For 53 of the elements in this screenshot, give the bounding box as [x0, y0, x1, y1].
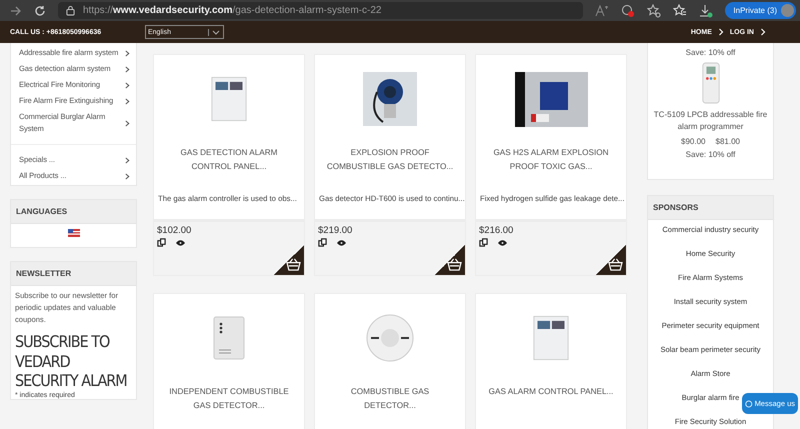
downloads-icon[interactable]	[699, 4, 714, 18]
lock-icon[interactable]	[66, 5, 75, 16]
forward-icon[interactable]	[10, 4, 22, 16]
panel-title: SPONSORS	[648, 196, 773, 220]
panel-title: NEWSLETTER	[11, 262, 136, 286]
panel-title: LANGUAGES	[11, 200, 136, 224]
compare-icon[interactable]	[318, 238, 327, 247]
subscribe-heading: SUBSCRIBE TO VEDARD SECURITY ALARM	[15, 332, 128, 390]
old-price: $90.00	[681, 137, 706, 146]
product-title[interactable]: GAS ALARM CONTROL PANEL...	[476, 385, 626, 415]
product-price: $219.00	[318, 225, 354, 236]
product-title[interactable]: GAS DETECTION ALARM CONTROL PANEL...	[154, 146, 304, 176]
control-panel-image[interactable]	[211, 76, 247, 122]
chevron-right-icon	[760, 28, 766, 36]
chevron-right-icon	[125, 50, 130, 56]
inprivate-button[interactable]: InPrivate (3)	[725, 2, 796, 19]
tracking-icon[interactable]	[621, 4, 636, 18]
product-title[interactable]: INDEPENDENT COMBUSTIBLE GAS DETECTOR...	[154, 385, 304, 415]
programmer-image[interactable]	[700, 61, 720, 105]
product-title[interactable]: TC-5109 LPCB addressable fire alarm programmer	[652, 109, 769, 133]
chevron-right-icon	[125, 172, 130, 180]
eye-icon[interactable]	[498, 240, 507, 246]
basket-icon	[286, 258, 301, 271]
chevron-right-icon	[125, 66, 130, 72]
product-title[interactable]: EXPLOSION PROOF COMBUSTIBLE GAS DETECTO...	[315, 146, 465, 176]
product-title[interactable]: GAS H2S ALARM EXPLOSION PROOF TOXIC GAS...	[476, 146, 626, 176]
chevron-right-icon	[125, 82, 130, 88]
favorites-add-icon[interactable]	[647, 4, 662, 18]
chevron-right-icon	[718, 28, 724, 36]
eye-icon[interactable]	[337, 240, 346, 246]
avatar-icon	[781, 4, 794, 17]
favorites-icon[interactable]	[673, 4, 688, 18]
basket-icon	[608, 258, 623, 271]
chevron-right-icon	[125, 98, 130, 104]
product-title[interactable]: COMBUSTIBLE GAS DETECTOR...	[315, 385, 465, 415]
gas-detector-image[interactable]	[363, 72, 417, 126]
chat-icon	[745, 400, 753, 408]
product-price: $216.00	[479, 225, 514, 236]
reload-icon[interactable]	[34, 4, 46, 16]
chevron-right-icon	[125, 120, 130, 126]
compare-icon[interactable]	[479, 238, 488, 247]
basket-icon	[447, 258, 462, 271]
product-price: $102.00	[157, 225, 192, 236]
sale-price: $81.00	[716, 137, 740, 146]
eye-icon[interactable]	[176, 240, 185, 246]
save-label: Save: 10% off	[686, 150, 736, 159]
chevron-right-icon	[125, 156, 130, 164]
read-aloud-icon[interactable]	[595, 4, 610, 16]
compare-icon[interactable]	[157, 238, 166, 247]
save-label: Save: 10% off	[686, 48, 736, 57]
flag-icon[interactable]	[68, 229, 80, 237]
gas-detector-image[interactable]	[514, 72, 588, 126]
control-panel-image[interactable]	[533, 315, 569, 361]
